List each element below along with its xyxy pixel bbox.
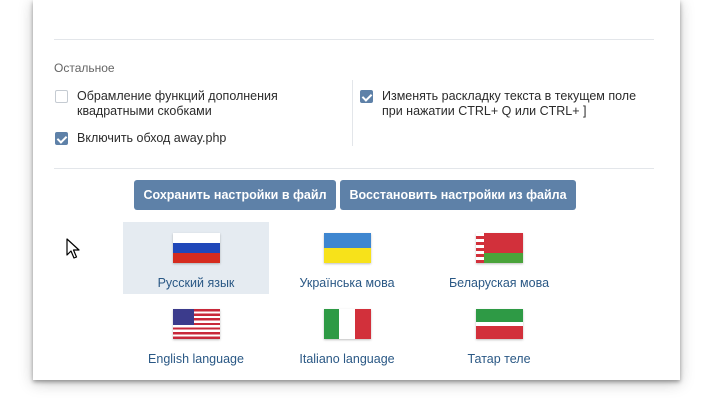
usa-flag-icon [172, 309, 220, 339]
checkbox-checked[interactable] [360, 90, 373, 103]
language-ukrainian[interactable]: Українська мова [274, 222, 420, 294]
option-label: Обрамление функций дополнения квадратным… [77, 89, 278, 118]
option-away-php[interactable]: Включить обход away.php [55, 131, 305, 146]
save-settings-button[interactable]: Сохранить настройки в файл [134, 180, 336, 210]
language-label: Русский язык [157, 276, 235, 290]
option-bracket-framing[interactable]: Обрамление функций дополнения квадратным… [55, 89, 305, 119]
belarus-flag-icon [475, 233, 523, 263]
checkbox-checked[interactable] [55, 132, 68, 145]
language-english[interactable]: English language [123, 298, 269, 370]
restore-settings-button[interactable]: Восстановить настройки из файла [340, 180, 576, 210]
mouse-cursor-icon [66, 238, 80, 259]
language-tatar[interactable]: Татар теле [426, 298, 572, 370]
tatarstan-flag-icon [475, 309, 523, 339]
italy-flag-icon [323, 309, 371, 339]
ukraine-flag-icon [323, 233, 371, 263]
language-belarusian[interactable]: Беларуская мова [426, 222, 572, 294]
option-label: Изменять раскладку текста в текущем поле… [382, 89, 637, 118]
middle-divider [54, 168, 654, 169]
language-label: English language [148, 352, 244, 366]
language-label: Беларуская мова [448, 276, 550, 290]
top-divider [54, 39, 654, 40]
russia-flag-icon [172, 233, 220, 263]
settings-panel: Остальное Обрамление функций дополнения … [33, 0, 680, 380]
language-label: Татар теле [467, 352, 531, 366]
column-separator [352, 80, 353, 146]
language-label: Українська мова [299, 276, 395, 290]
section-title: Остальное [54, 61, 115, 75]
language-italian[interactable]: Italiano language [274, 298, 420, 370]
option-keyboard-layout[interactable]: Изменять раскладку текста в текущем поле… [360, 89, 660, 119]
checkbox-unchecked[interactable] [55, 90, 68, 103]
option-label: Включить обход away.php [77, 131, 227, 145]
language-label: Italiano language [299, 352, 395, 366]
language-russian[interactable]: Русский язык [123, 222, 269, 294]
